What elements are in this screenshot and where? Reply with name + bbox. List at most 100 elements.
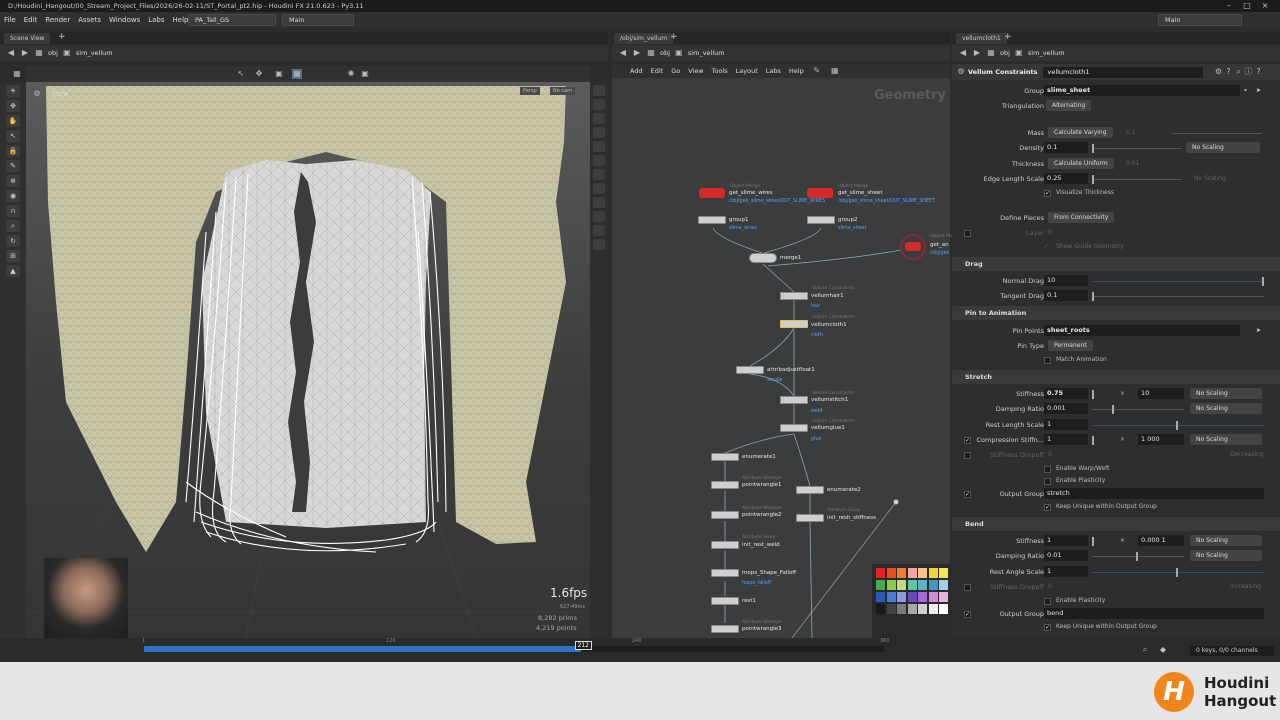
output-group-checkbox[interactable]: ✓ (964, 491, 971, 498)
node-init-rest-weld[interactable] (711, 541, 739, 549)
output-group-checkbox[interactable]: ✓ (964, 611, 971, 618)
display-option-icon[interactable] (593, 169, 605, 180)
back-arrow-icon[interactable]: ◀ (618, 48, 628, 58)
net-menu-edit[interactable]: Edit (651, 67, 664, 75)
view-label[interactable]: View (52, 90, 69, 98)
color-swatch[interactable] (897, 604, 906, 614)
node-group1[interactable] (698, 216, 726, 224)
section-drag[interactable]: Drag (952, 257, 1280, 271)
section-bend[interactable]: Bend (952, 517, 1280, 531)
help-icon[interactable]: ? (1223, 67, 1233, 77)
path-node[interactable]: sim_vellum (76, 49, 113, 57)
node-enumerate1[interactable] (711, 453, 739, 461)
display-option-icon[interactable] (593, 113, 605, 124)
display-option-icon[interactable] (593, 99, 605, 110)
net-menu-labs[interactable]: Labs (766, 67, 781, 75)
node-vellumhair1[interactable] (780, 292, 808, 300)
plasticity-checkbox[interactable] (1044, 478, 1051, 485)
gear-icon[interactable]: ⚙ (1213, 67, 1223, 77)
lock-icon[interactable]: 🔒 (6, 145, 20, 157)
net-menu-tools[interactable]: Tools (712, 67, 728, 75)
stretch-dropoff-mode[interactable]: Decreasing (1230, 448, 1264, 462)
menu-edit[interactable]: Edit (20, 16, 42, 24)
zoom-icon[interactable]: ⌕ (6, 220, 20, 232)
slider-knob[interactable] (1092, 390, 1094, 399)
transform-icon[interactable]: ✥ (254, 69, 264, 79)
select-tool-icon[interactable]: ↖ (6, 130, 20, 142)
color-swatch[interactable] (907, 568, 917, 578)
stretch-stiffness-field[interactable]: 0.75 (1044, 388, 1088, 399)
color-swatch[interactable] (939, 604, 948, 614)
density-scaling-menu[interactable]: No Scaling (1186, 142, 1260, 153)
snap-icon[interactable]: ▣ (274, 69, 284, 79)
warp-weft-checkbox[interactable] (1044, 466, 1051, 473)
display-option-icon[interactable] (593, 197, 605, 208)
node-name-field[interactable]: vellumcloth1 (1043, 66, 1204, 78)
context-dropdown[interactable]: Main (282, 14, 354, 26)
select-arrow-icon[interactable]: ➤ (1256, 324, 1261, 338)
magnet-icon[interactable]: ∩ (6, 205, 20, 217)
stretch-damping-scaling[interactable]: No Scaling (1190, 403, 1262, 414)
define-pieces-menu[interactable]: From Connectivity (1048, 212, 1115, 223)
light-tool-icon[interactable]: ☀ (6, 85, 20, 97)
compression-checkbox[interactable]: ✓ (964, 437, 971, 444)
desktop-dropdown[interactable]: PA_Tall_GS (188, 14, 276, 26)
stretch-stiffness-scaling[interactable]: No Scaling (1190, 388, 1262, 399)
node-pointwrangle1[interactable] (711, 481, 739, 489)
output-group-field[interactable]: bend (1044, 608, 1264, 619)
bend-stiffness-scaling[interactable]: No Scaling (1190, 535, 1262, 546)
edge-scaling-menu[interactable]: No Scaling (1194, 172, 1226, 186)
dropdown-arrow-icon[interactable]: ▾ (1244, 84, 1247, 98)
output-group-field[interactable]: stretch (1044, 488, 1264, 499)
close-icon[interactable]: × (1258, 0, 1272, 12)
rest-angle-slider[interactable] (1092, 572, 1264, 573)
slider-knob[interactable] (1092, 292, 1094, 301)
node-enumerate2[interactable] (796, 486, 824, 494)
orbit-icon[interactable]: ↻ (6, 235, 20, 247)
color-swatch[interactable] (897, 580, 906, 590)
section-stretch[interactable]: Stretch (952, 370, 1280, 384)
slider-knob[interactable] (1112, 405, 1114, 414)
menu-file[interactable]: File (0, 16, 20, 24)
color-swatch[interactable] (886, 568, 896, 578)
menu-windows[interactable]: Windows (105, 16, 144, 24)
node-attribadjustfloat1[interactable] (736, 366, 764, 374)
move-tool-icon[interactable]: ✥ (6, 100, 20, 112)
color-swatch[interactable] (918, 568, 927, 578)
add-tab-icon[interactable]: + (670, 32, 678, 42)
color-swatch[interactable] (876, 580, 885, 590)
color-swatch[interactable] (876, 568, 885, 578)
color-swatch[interactable] (907, 604, 917, 614)
view-tool-icon[interactable]: ◉ (6, 190, 20, 202)
tangent-drag-field[interactable]: 0.1 (1044, 290, 1088, 301)
slider-knob[interactable] (1176, 568, 1178, 577)
layer-checkbox[interactable] (964, 230, 971, 237)
persp-menu[interactable]: Persp (520, 87, 540, 95)
color-swatch[interactable] (928, 580, 938, 590)
node-object-merge[interactable] (699, 188, 725, 198)
handle-tool-icon[interactable]: ⊕ (6, 175, 20, 187)
timeline[interactable]: 1 120 240 360 212 ⌕ ◆ 0 keys, 0/0 channe… (0, 638, 1280, 662)
slider-knob[interactable] (1092, 436, 1094, 445)
density-slider[interactable] (1092, 148, 1182, 149)
menu-labs[interactable]: Labs (144, 16, 168, 24)
camera-icon[interactable]: ▣ (360, 69, 370, 79)
keep-unique-checkbox[interactable]: ✓ (1044, 624, 1051, 631)
display-option-icon[interactable] (593, 211, 605, 222)
visualize-checkbox[interactable]: ✓ (1044, 190, 1051, 197)
bend-damping-field[interactable]: 0.01 (1044, 550, 1088, 561)
right-desktop-dropdown[interactable]: Main (1158, 14, 1242, 26)
color-swatch[interactable] (907, 580, 917, 590)
add-tab-icon[interactable]: + (58, 32, 66, 42)
path-node[interactable]: sim_vellum (688, 49, 725, 57)
color-swatch[interactable] (939, 580, 948, 590)
dropoff-checkbox[interactable] (964, 584, 971, 591)
path-obj[interactable]: obj (660, 49, 670, 57)
net-menu-layout[interactable]: Layout (736, 67, 758, 75)
color-swatch[interactable] (886, 592, 896, 602)
add-tab-icon[interactable]: + (1004, 32, 1012, 42)
display-option-icon[interactable] (593, 239, 605, 250)
color-swatch[interactable] (928, 592, 938, 602)
key-icon[interactable]: ◆ (1158, 645, 1168, 655)
slider-knob[interactable] (1092, 537, 1094, 546)
